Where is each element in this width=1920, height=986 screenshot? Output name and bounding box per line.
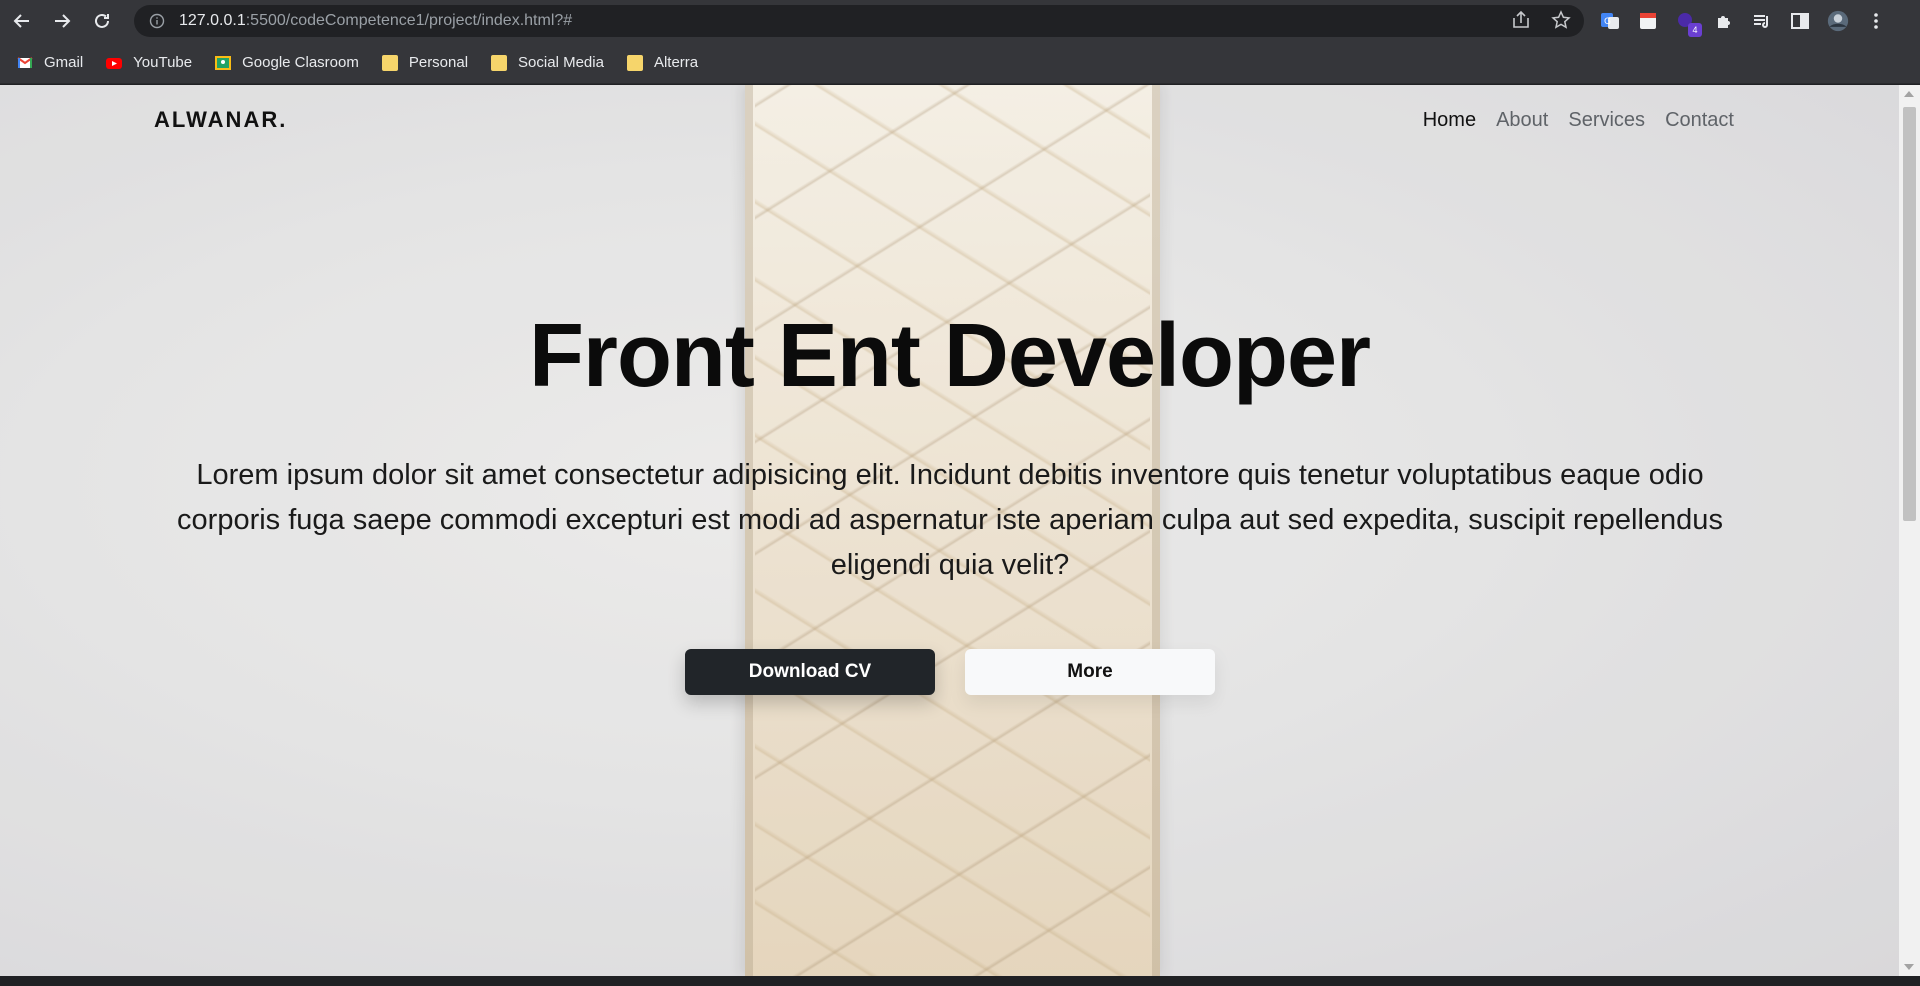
site-info-icon[interactable] [149, 13, 165, 29]
bookmark-label: Social Media [518, 54, 604, 71]
hero-description: Lorem ipsum dolor sit amet consectetur a… [177, 459, 1723, 581]
nav-link-services[interactable]: Services [1568, 109, 1645, 132]
bookmark-star-icon[interactable] [1550, 9, 1572, 31]
site-brand-logo[interactable]: ALWANAR. [154, 107, 287, 133]
bookmark-label: YouTube [133, 54, 193, 71]
classroom-icon [214, 54, 232, 72]
browser-menu-icon[interactable] [1864, 9, 1888, 33]
profile-avatar-icon[interactable] [1826, 9, 1850, 33]
bookmark-folder-personal[interactable]: Personal [381, 54, 468, 72]
back-arrow-icon[interactable] [4, 3, 40, 39]
url-path: :5500/codeCompetence1/project/index.html… [245, 12, 573, 29]
download-cv-button[interactable]: Download CV [685, 649, 935, 695]
share-icon[interactable] [1510, 9, 1532, 31]
url-host: 127.0.0.1 [179, 12, 246, 29]
side-panel-icon[interactable] [1788, 9, 1812, 33]
bookmark-youtube[interactable]: YouTube [105, 54, 192, 72]
site-menu: Home About Services Contact [1423, 109, 1734, 132]
calendar-extension-icon[interactable] [1636, 9, 1660, 33]
nav-link-contact[interactable]: Contact [1665, 109, 1734, 132]
bookmark-label: Alterra [653, 54, 699, 71]
puzzle-extensions-icon[interactable] [1712, 9, 1736, 33]
forward-arrow-icon[interactable] [44, 3, 80, 39]
address-bar[interactable]: 127.0.0.1:5500/codeCompetence1/project/i… [134, 5, 1584, 37]
reload-icon[interactable] [84, 3, 120, 39]
bookmark-label: Google Clasroom [242, 54, 359, 71]
bookmark-folder-alterra[interactable]: Alterra [626, 54, 698, 72]
site-navbar: ALWANAR. Home About Services Contact [154, 85, 1734, 155]
more-button[interactable]: More [965, 649, 1215, 695]
folder-icon [626, 54, 644, 72]
url-text: 127.0.0.1:5500/codeCompetence1/project/i… [179, 12, 572, 30]
bookmark-google-classroom[interactable]: Google Clasroom [214, 54, 359, 72]
nav-link-home[interactable]: Home [1423, 109, 1476, 132]
folder-icon [490, 54, 508, 72]
translate-extension-icon[interactable]: G [1598, 9, 1622, 33]
scroll-up-arrow-icon[interactable] [1904, 91, 1914, 97]
hero-title: Front Ent Developer [528, 306, 1371, 406]
folder-icon [381, 54, 399, 72]
gmail-icon [16, 54, 34, 72]
nav-link-about[interactable]: About [1496, 109, 1548, 132]
extension-badge: 4 [1688, 23, 1702, 37]
scroll-thumb[interactable] [1903, 107, 1916, 521]
svg-text:G: G [1604, 17, 1611, 27]
bookmark-label: Personal [408, 54, 469, 71]
bookmark-gmail[interactable]: Gmail [16, 54, 83, 72]
youtube-icon [105, 54, 123, 72]
reading-list-icon[interactable] [1750, 9, 1774, 33]
page-viewport: ALWANAR. Home About Services Contact Fro… [0, 85, 1899, 976]
bookmarks-bar: Gmail YouTube Google Clasroom Personal S… [0, 42, 1920, 84]
purple-extension-icon[interactable]: 4 [1674, 9, 1702, 37]
scroll-down-arrow-icon[interactable] [1904, 964, 1914, 970]
extensions-area: G 4 [1598, 6, 1888, 37]
browser-toolbar: 127.0.0.1:5500/codeCompetence1/project/i… [0, 0, 1920, 42]
page-scrollbar[interactable] [1899, 85, 1920, 976]
bookmark-folder-social-media[interactable]: Social Media [490, 54, 604, 72]
bookmark-label: Gmail [44, 54, 84, 71]
